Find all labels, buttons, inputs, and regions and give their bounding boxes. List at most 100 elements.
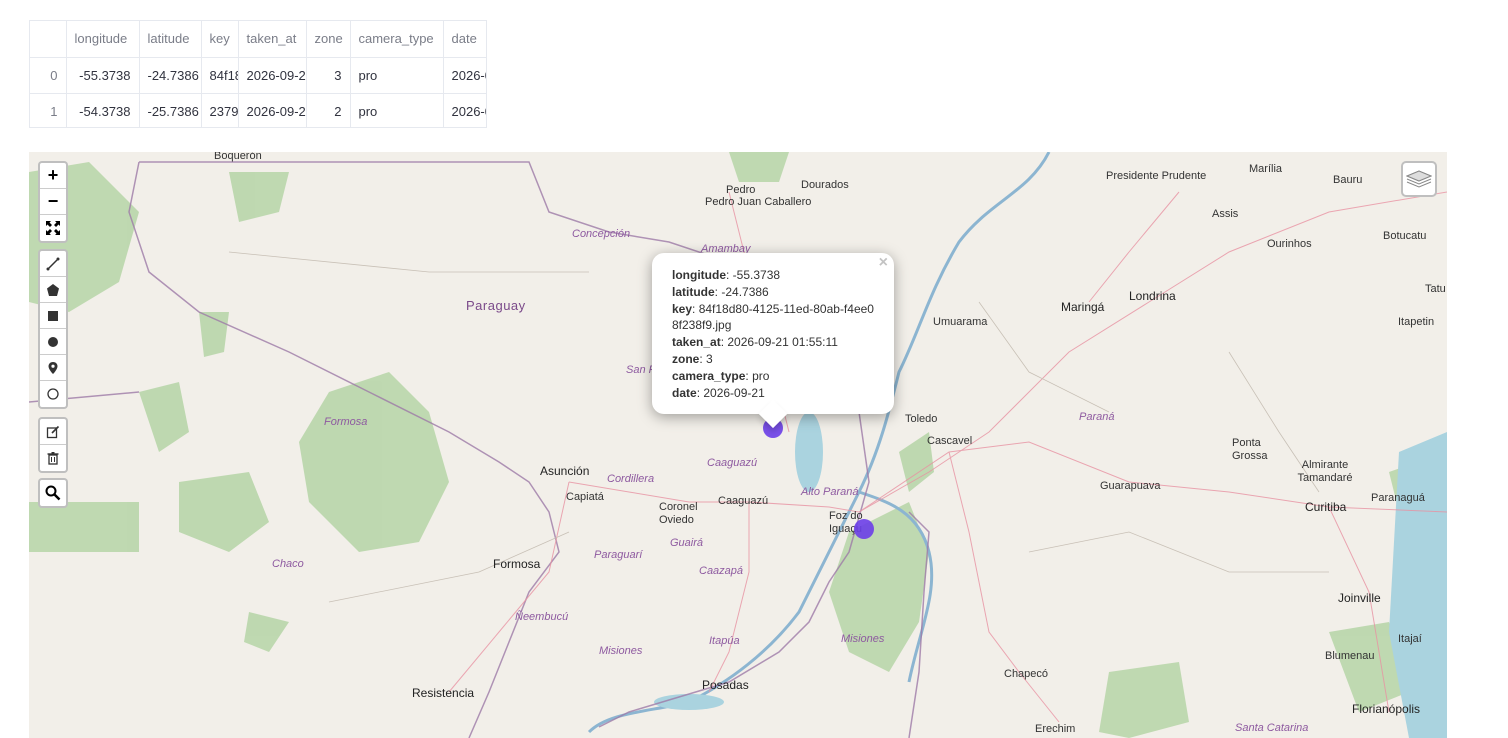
zoom-control: + − bbox=[38, 161, 68, 243]
cell-latitude[interactable]: -25.7386 bbox=[139, 93, 202, 127]
map-label-posadas: Posadas bbox=[702, 678, 749, 692]
map-label-tatu: Tatu bbox=[1425, 283, 1446, 295]
map-label-pedro-juan-caballero: Pedro Juan Caballero bbox=[705, 196, 812, 208]
trash-icon bbox=[47, 452, 59, 465]
map-label-asuncion: Asunción bbox=[540, 464, 590, 478]
column-header-zone[interactable]: zone bbox=[306, 21, 351, 58]
map-label-santa-catarina: Santa Catarina bbox=[1235, 722, 1309, 734]
map-label-itajai: Itajaí bbox=[1398, 633, 1422, 645]
cell-zone[interactable]: 3 bbox=[306, 57, 351, 94]
map-label-paraguay: Paraguay bbox=[466, 298, 526, 313]
column-header-date[interactable]: date bbox=[443, 21, 486, 58]
row-index: 0 bbox=[30, 57, 67, 94]
cell-taken-at[interactable]: 2026-09-2 bbox=[238, 93, 307, 127]
map-label-presidente-prudente: Presidente Prudente bbox=[1106, 170, 1207, 182]
map-label-neembucu: Ñeembucú bbox=[515, 611, 569, 623]
map-label-paraguari: Paraguarí bbox=[594, 549, 643, 561]
map-label-guarapuava: Guarapuava bbox=[1100, 480, 1161, 492]
cell-key[interactable]: 84f18 bbox=[201, 57, 239, 94]
map-label-itapua: Itapúa bbox=[709, 635, 740, 647]
map-label-toledo: Toledo bbox=[905, 413, 938, 425]
cell-date[interactable]: 2026-0 bbox=[443, 93, 486, 127]
delete-layers-button[interactable] bbox=[40, 445, 66, 471]
marker-icon bbox=[48, 361, 58, 374]
map-label-pedro: Pedro bbox=[726, 184, 756, 196]
map-label-florianopolis: Florianópolis bbox=[1352, 702, 1421, 716]
map-label-concepcion: Concepción bbox=[572, 228, 631, 240]
rectangle-icon bbox=[48, 310, 58, 321]
map-label-boqueron: Boquerón bbox=[214, 152, 262, 162]
map-label-bauru: Bauru bbox=[1333, 174, 1363, 186]
draw-marker-button[interactable] bbox=[40, 355, 66, 381]
draw-toolbar bbox=[38, 249, 68, 409]
cell-camera-type[interactable]: pro bbox=[350, 93, 444, 127]
map-label-maringa: Maringá bbox=[1061, 300, 1105, 314]
map-label-erechim: Erechim bbox=[1035, 723, 1076, 735]
edit-icon bbox=[46, 425, 60, 438]
layers-control-button[interactable] bbox=[1401, 161, 1437, 197]
map-search-button[interactable] bbox=[40, 480, 66, 506]
map-label-chapeco: Chapecó bbox=[1004, 668, 1049, 680]
map-label-formosa-region: Formosa bbox=[324, 416, 368, 428]
column-header-camera-type[interactable]: camera_type bbox=[350, 21, 444, 58]
zoom-in-button[interactable]: + bbox=[40, 163, 66, 189]
map-label-blumenau: Blumenau bbox=[1325, 650, 1375, 662]
map-label-formosa-city: Formosa bbox=[493, 557, 541, 571]
map-label-cordillera: Cordillera bbox=[607, 473, 655, 485]
map-label-umuarama: Umuarama bbox=[933, 316, 988, 328]
map-label-ponta-grossa: Ponta Grossa bbox=[1232, 437, 1268, 462]
polyline-icon bbox=[46, 257, 60, 270]
cell-key[interactable]: 2379 bbox=[201, 93, 239, 127]
column-header-latitude[interactable]: latitude bbox=[139, 21, 202, 58]
draw-rectangle-button[interactable] bbox=[40, 303, 66, 329]
map-label-joinville: Joinville bbox=[1338, 591, 1381, 605]
map-label-itapetin: Itapetin bbox=[1398, 316, 1435, 328]
marker-popup: × longitude: -55.3738 latitude: -24.7386… bbox=[652, 253, 894, 429]
cell-longitude[interactable]: -54.3738 bbox=[66, 93, 140, 127]
zoom-out-button[interactable]: − bbox=[40, 189, 66, 215]
draw-circle-button[interactable] bbox=[40, 329, 66, 355]
table-row[interactable]: 1 -54.3738 -25.7386 2379 2026-09-2 2 pro… bbox=[30, 93, 486, 127]
map-label-dourados: Dourados bbox=[801, 179, 849, 191]
table-header-row: longitude latitude key taken_at zone cam… bbox=[30, 21, 486, 58]
popup-close-button[interactable]: × bbox=[879, 254, 888, 272]
map-label-caaguazu-region: Caaguazú bbox=[707, 457, 758, 469]
cell-taken-at[interactable]: 2026-09-2 bbox=[238, 57, 307, 94]
map-label-cascavel: Cascavel bbox=[927, 435, 973, 447]
draw-circlemarker-button[interactable] bbox=[40, 381, 66, 407]
column-header-taken-at[interactable]: taken_at bbox=[238, 21, 307, 58]
cell-zone[interactable]: 2 bbox=[306, 93, 351, 127]
draw-polygon-button[interactable] bbox=[40, 277, 66, 303]
map-label-caaguazu-city: Caaguazú bbox=[718, 495, 769, 507]
column-header-longitude[interactable]: longitude bbox=[66, 21, 140, 58]
map-label-coronel-oviedo: Coronel Oviedo bbox=[659, 501, 698, 526]
fullscreen-button[interactable] bbox=[40, 215, 66, 241]
edit-layers-button[interactable] bbox=[40, 419, 66, 445]
search-control bbox=[38, 478, 68, 508]
dataframe-table[interactable]: longitude latitude key taken_at zone cam… bbox=[29, 20, 487, 128]
column-header-index[interactable] bbox=[30, 21, 67, 58]
fullscreen-icon bbox=[46, 221, 60, 235]
cell-latitude[interactable]: -24.7386 bbox=[139, 57, 202, 94]
cell-camera-type[interactable]: pro bbox=[350, 57, 444, 94]
map-label-chaco: Chaco bbox=[272, 558, 304, 570]
popup-field-taken-at: taken_at: 2026-09-21 01:55:11 bbox=[672, 335, 838, 350]
map-label-resistencia: Resistencia bbox=[412, 686, 475, 700]
map-label-londrina: Londrina bbox=[1129, 289, 1176, 303]
popup-field-camera-type: camera_type: pro bbox=[672, 368, 770, 383]
map-marker[interactable] bbox=[854, 519, 874, 539]
draw-polyline-button[interactable] bbox=[40, 251, 66, 277]
map-label-ourinhos: Ourinhos bbox=[1267, 238, 1312, 250]
polygon-icon bbox=[47, 283, 59, 296]
table-row[interactable]: 0 -55.3738 -24.7386 84f18 2026-09-2 3 pr… bbox=[30, 57, 486, 94]
cell-longitude[interactable]: -55.3738 bbox=[66, 57, 140, 94]
map-label-paranagua: Paranaguá bbox=[1371, 492, 1425, 504]
popup-field-longitude: longitude: -55.3738 bbox=[672, 268, 781, 282]
map-label-caazapa: Caazapá bbox=[699, 565, 744, 577]
map-label-marilia: Marília bbox=[1249, 163, 1283, 175]
cell-date[interactable]: 2026-0 bbox=[443, 57, 486, 94]
map-view[interactable]: Boquerón Pedro Pedro Juan Caballero Dour… bbox=[29, 152, 1447, 738]
map-label-capiata: Capiatá bbox=[566, 491, 604, 503]
edit-toolbar bbox=[38, 417, 68, 473]
column-header-key[interactable]: key bbox=[201, 21, 239, 58]
